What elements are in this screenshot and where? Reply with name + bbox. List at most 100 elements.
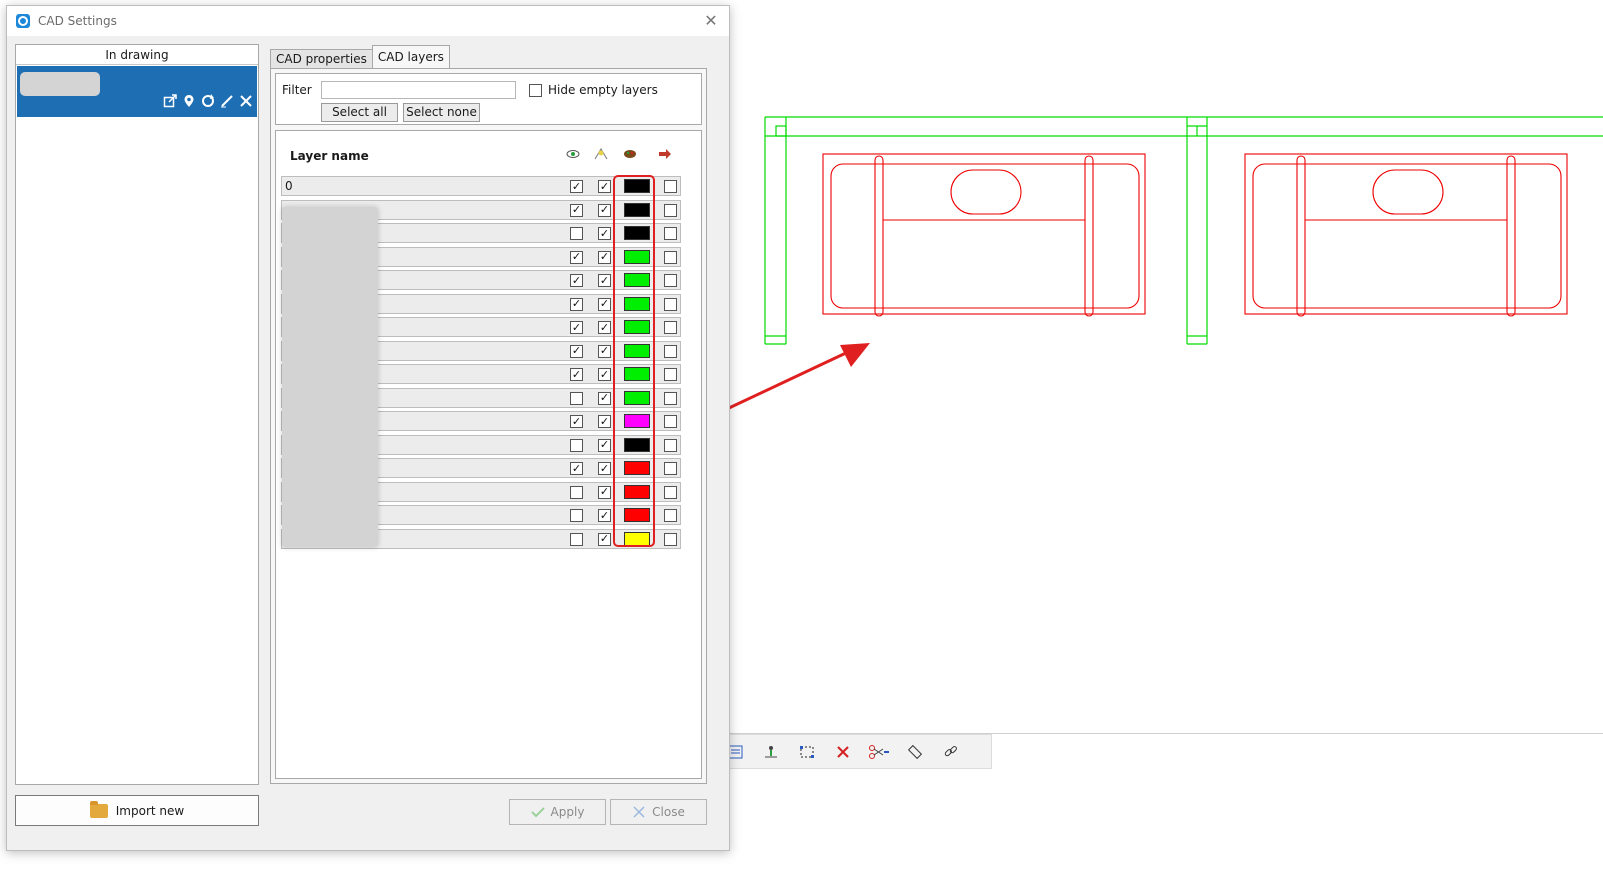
layer-export-checkbox[interactable] bbox=[664, 321, 677, 334]
layer-export-checkbox[interactable] bbox=[664, 438, 677, 452]
export-arrow-icon bbox=[657, 147, 673, 161]
close-icon[interactable]: ✕ bbox=[701, 11, 721, 31]
layer-visible-checkbox[interactable] bbox=[570, 321, 583, 334]
layer-export-checkbox[interactable] bbox=[664, 203, 677, 217]
close-button[interactable]: Close bbox=[610, 799, 707, 825]
layer-name-column-header: Layer name bbox=[290, 149, 369, 163]
open-external-icon[interactable] bbox=[163, 94, 177, 108]
layer-visible-checkbox[interactable] bbox=[570, 415, 583, 428]
filter-input[interactable] bbox=[321, 81, 516, 99]
apply-button[interactable]: Apply bbox=[509, 799, 606, 825]
layer-lock-checkbox[interactable] bbox=[598, 250, 611, 264]
folder-icon bbox=[89, 800, 108, 818]
layer-export-checkbox[interactable] bbox=[664, 532, 677, 546]
layer-visible-checkbox[interactable] bbox=[570, 391, 583, 405]
app-logo-icon bbox=[16, 14, 30, 28]
layer-lock-checkbox[interactable] bbox=[598, 415, 611, 428]
edit-pencil-icon[interactable] bbox=[220, 94, 234, 108]
layer-export-checkbox[interactable] bbox=[664, 368, 677, 381]
layer-visible-checkbox[interactable] bbox=[570, 250, 583, 264]
layer-export-checkbox[interactable] bbox=[664, 344, 677, 358]
close-label: Close bbox=[652, 805, 685, 819]
layer-visible-checkbox[interactable] bbox=[570, 368, 583, 381]
refresh-icon[interactable] bbox=[201, 94, 215, 108]
drawings-panel-header: In drawing bbox=[16, 45, 258, 65]
layer-lock-checkbox[interactable] bbox=[598, 227, 611, 240]
layer-export-checkbox[interactable] bbox=[664, 297, 677, 311]
layer-export-checkbox[interactable] bbox=[664, 485, 677, 499]
layer-lock-checkbox[interactable] bbox=[598, 274, 611, 287]
filter-group: Filter Hide empty layers Select all Sele… bbox=[275, 73, 702, 125]
select-all-button[interactable]: Select all bbox=[321, 103, 398, 122]
layer-export-checkbox[interactable] bbox=[664, 415, 677, 428]
color-column-highlight bbox=[613, 175, 655, 547]
layer-visible-checkbox[interactable] bbox=[570, 462, 583, 475]
layer-name: 0 bbox=[285, 179, 293, 193]
close-x-icon bbox=[633, 806, 645, 818]
annotation-arrow bbox=[711, 343, 870, 418]
drawing-name-redacted bbox=[20, 72, 100, 96]
figure-icon[interactable] bbox=[753, 734, 789, 769]
hide-empty-layers-option[interactable]: Hide empty layers bbox=[529, 83, 658, 97]
layer-visible-checkbox[interactable] bbox=[570, 509, 583, 522]
layer-lock-checkbox[interactable] bbox=[598, 203, 611, 217]
settings-tabs: CAD properties CAD layers bbox=[270, 45, 450, 69]
apply-label: Apply bbox=[550, 805, 585, 819]
sofa-symbol bbox=[1244, 153, 1568, 317]
layer-visible-checkbox[interactable] bbox=[570, 227, 583, 240]
layer-lock-checkbox[interactable] bbox=[598, 321, 611, 334]
tab-cad-properties[interactable]: CAD properties bbox=[270, 49, 373, 69]
layer-visible-checkbox[interactable] bbox=[570, 485, 583, 499]
cad-settings-dialog: CAD Settings ✕ In drawing Import new CAD… bbox=[6, 5, 730, 851]
layer-visible-checkbox[interactable] bbox=[570, 344, 583, 358]
layer-lock-checkbox[interactable] bbox=[598, 438, 611, 452]
hide-empty-layers-checkbox[interactable] bbox=[529, 83, 542, 97]
select-none-button[interactable]: Select none bbox=[403, 103, 480, 122]
layer-list: Layer name 0T-T-TEXT66JNC-TT-T bbox=[275, 130, 702, 779]
layer-lock-checkbox[interactable] bbox=[598, 297, 611, 311]
layer-visible-checkbox[interactable] bbox=[570, 297, 583, 311]
layer-lock-checkbox[interactable] bbox=[598, 532, 611, 546]
layer-export-checkbox[interactable] bbox=[664, 391, 677, 405]
hide-empty-layers-label: Hide empty layers bbox=[548, 83, 658, 97]
layer-lock-checkbox[interactable] bbox=[598, 485, 611, 499]
layer-export-checkbox[interactable] bbox=[664, 180, 677, 193]
drawing-item-tools bbox=[163, 94, 253, 108]
wall-outline-green bbox=[764, 116, 1603, 345]
ruler-icon[interactable] bbox=[897, 734, 933, 769]
layer-lock-checkbox[interactable] bbox=[598, 509, 611, 522]
lock-icon bbox=[593, 147, 609, 161]
layer-export-checkbox[interactable] bbox=[664, 274, 677, 287]
check-icon bbox=[530, 807, 545, 818]
visible-eye-icon bbox=[565, 147, 581, 161]
import-new-label: Import new bbox=[115, 803, 185, 818]
layer-export-checkbox[interactable] bbox=[664, 462, 677, 475]
dialog-titlebar: CAD Settings ✕ bbox=[7, 6, 729, 36]
cad-toolbar bbox=[716, 734, 992, 769]
layer-lock-checkbox[interactable] bbox=[598, 462, 611, 475]
layer-lock-checkbox[interactable] bbox=[598, 391, 611, 405]
layer-visible-checkbox[interactable] bbox=[570, 203, 583, 217]
layer-visible-checkbox[interactable] bbox=[570, 180, 583, 193]
import-new-button[interactable]: Import new bbox=[15, 795, 259, 826]
layer-export-checkbox[interactable] bbox=[664, 227, 677, 240]
drawing-list-item[interactable] bbox=[17, 66, 257, 117]
layer-visible-checkbox[interactable] bbox=[570, 274, 583, 287]
location-pin-icon[interactable] bbox=[182, 94, 196, 108]
layer-visible-checkbox[interactable] bbox=[570, 532, 583, 546]
layer-lock-checkbox[interactable] bbox=[598, 368, 611, 381]
tab-cad-layers[interactable]: CAD layers bbox=[371, 45, 450, 69]
select-region-icon[interactable] bbox=[789, 734, 825, 769]
delete-red-x-icon[interactable] bbox=[825, 734, 861, 769]
link-icon[interactable] bbox=[933, 734, 969, 769]
sofa-symbol bbox=[822, 153, 1146, 317]
filter-label: Filter bbox=[282, 83, 312, 97]
scissors-icon[interactable] bbox=[861, 734, 897, 769]
layer-lock-checkbox[interactable] bbox=[598, 344, 611, 358]
layer-lock-checkbox[interactable] bbox=[598, 180, 611, 193]
layer-export-checkbox[interactable] bbox=[664, 509, 677, 522]
layer-visible-checkbox[interactable] bbox=[570, 438, 583, 452]
delete-x-icon[interactable] bbox=[239, 94, 253, 108]
drawings-panel: In drawing bbox=[15, 44, 259, 785]
layer-export-checkbox[interactable] bbox=[664, 250, 677, 264]
